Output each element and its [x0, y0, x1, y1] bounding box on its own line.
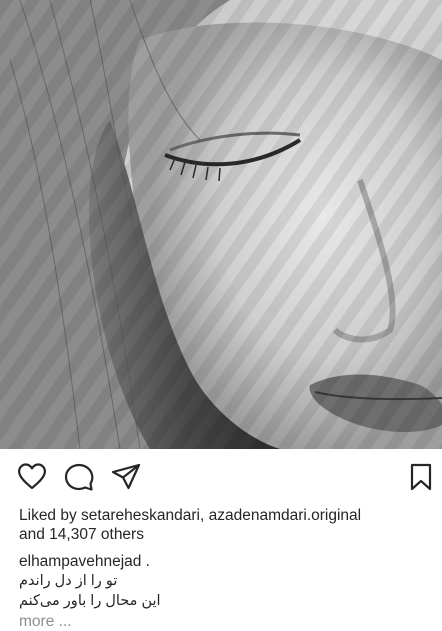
liked-by-user-link[interactable]: setareheskandari	[81, 507, 200, 524]
caption-header: elhampavehnejad .	[19, 552, 150, 571]
post-photo[interactable]	[0, 0, 442, 449]
action-bar	[0, 449, 442, 503]
caption-dot: .	[141, 553, 150, 570]
likes-others-link[interactable]: 14,307 others	[49, 526, 144, 543]
share-icon[interactable]	[110, 461, 142, 493]
caption-username-link[interactable]: elhampavehnejad	[19, 553, 141, 570]
heart-icon[interactable]	[16, 461, 48, 493]
more-link[interactable]: more ...	[19, 612, 72, 631]
bookmark-icon[interactable]	[405, 461, 432, 493]
comment-icon[interactable]	[63, 461, 95, 493]
caption-line: این محال را باور می‌کنم	[19, 593, 161, 609]
caption-line: تو را از دل راندم	[19, 573, 118, 589]
liked-by-user-link[interactable]: azadenamdari.original	[209, 507, 362, 524]
portrait-photo	[0, 0, 442, 449]
likes-prefix: Liked by	[19, 507, 82, 524]
likes-summary: Liked by setareheskandari, azadenamdari.…	[19, 506, 431, 544]
likes-and-text: and	[19, 526, 50, 543]
likes-separator: ,	[199, 507, 209, 524]
